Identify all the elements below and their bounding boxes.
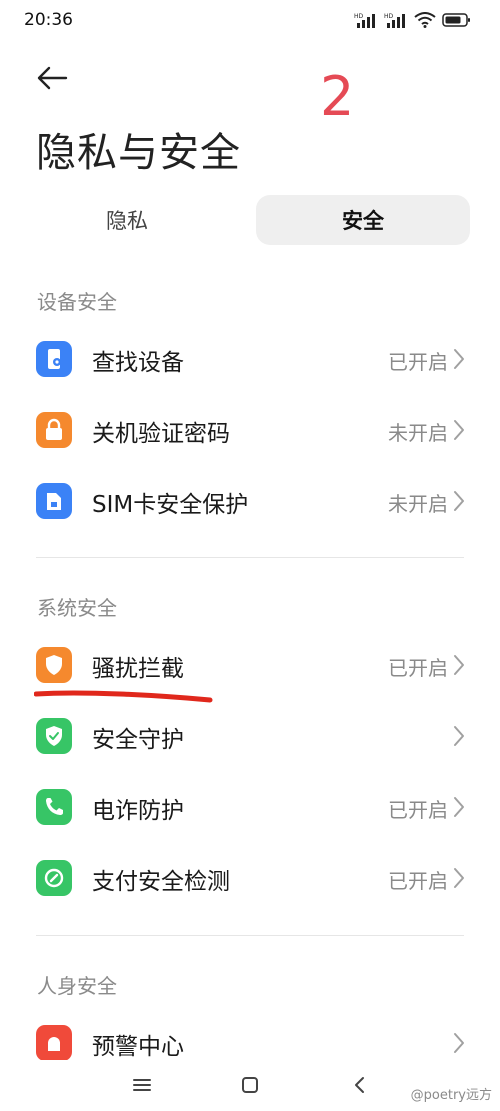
list-item-shutdown-password[interactable]: 关机验证密码 未开启	[0, 395, 500, 465]
section-header-personal-safety: 人身安全	[37, 974, 117, 998]
list-item-label: 支付安全检测	[92, 869, 230, 895]
phone-icon	[36, 789, 72, 825]
list-item-status: 已开启	[388, 798, 448, 822]
chevron-right-icon	[454, 868, 464, 888]
menu-button[interactable]	[128, 1072, 156, 1098]
chevron-right-icon	[454, 1033, 464, 1053]
tab-privacy[interactable]: 隐私	[20, 195, 234, 245]
lock-icon	[36, 412, 72, 448]
nav-back-icon	[355, 1077, 364, 1093]
list-item-sim-protection[interactable]: SIM卡安全保护 未开启	[0, 466, 500, 536]
alert-icon	[36, 1025, 72, 1061]
chevron-right-icon	[454, 491, 464, 511]
menu-icon	[133, 1079, 151, 1091]
battery-icon	[442, 13, 470, 27]
list-item-label: 关机验证密码	[92, 421, 230, 447]
list-item-label: 电诈防护	[92, 798, 184, 824]
home-square-icon	[242, 1077, 258, 1093]
list-item-label: 预警中心	[92, 1034, 184, 1060]
divider	[36, 935, 464, 936]
annotation-number: 2	[320, 65, 355, 128]
list-item-find-device[interactable]: 查找设备 已开启	[0, 324, 500, 394]
list-item-status: 已开启	[388, 869, 448, 893]
page-title: 隐私与安全	[36, 130, 241, 176]
back-button[interactable]	[32, 60, 72, 96]
shield-icon	[36, 647, 72, 683]
wifi-icon	[414, 12, 436, 28]
nav-back-button[interactable]	[346, 1072, 374, 1098]
section-header-device-security: 设备安全	[37, 290, 117, 314]
list-item-label: 骚扰拦截	[92, 656, 184, 682]
home-button[interactable]	[236, 1072, 264, 1098]
list-item-fraud-protection[interactable]: 电诈防护 已开启	[0, 772, 500, 842]
chevron-right-icon	[454, 349, 464, 369]
list-item-security-guard[interactable]: 安全守护	[0, 701, 500, 771]
find-device-icon	[36, 341, 72, 377]
chevron-right-icon	[454, 797, 464, 817]
tab-security[interactable]: 安全	[256, 195, 470, 245]
watermark: @poetry远方	[410, 1088, 492, 1103]
status-icons: HD HD	[354, 12, 472, 28]
chevron-right-icon	[454, 655, 464, 675]
status-time: 20:36	[24, 10, 73, 30]
section-header-system-security: 系统安全	[37, 596, 117, 620]
list-item-label: 安全守护	[92, 727, 184, 753]
list-item-payment-check[interactable]: 支付安全检测 已开启	[0, 843, 500, 913]
signal-icon: HD	[354, 13, 375, 28]
list-item-label: SIM卡安全保护	[92, 492, 249, 518]
shield-check-icon	[36, 718, 72, 754]
tab-bar: 隐私 安全	[20, 195, 470, 245]
signal-icon-2: HD	[384, 13, 405, 28]
list-item-status: 已开启	[388, 350, 448, 374]
chevron-right-icon	[454, 726, 464, 746]
network-label-2: HD	[384, 13, 394, 20]
status-bar: 20:36 HD HD	[0, 0, 500, 44]
divider	[36, 557, 464, 558]
sim-card-icon	[36, 483, 72, 519]
back-arrow-icon	[37, 66, 68, 90]
list-item-status: 未开启	[388, 492, 448, 516]
list-item-status: 已开启	[388, 656, 448, 680]
payment-check-icon	[36, 860, 72, 896]
network-label-1: HD	[354, 13, 364, 20]
list-item-label: 查找设备	[92, 350, 184, 376]
list-item-status: 未开启	[388, 421, 448, 445]
chevron-right-icon	[454, 420, 464, 440]
